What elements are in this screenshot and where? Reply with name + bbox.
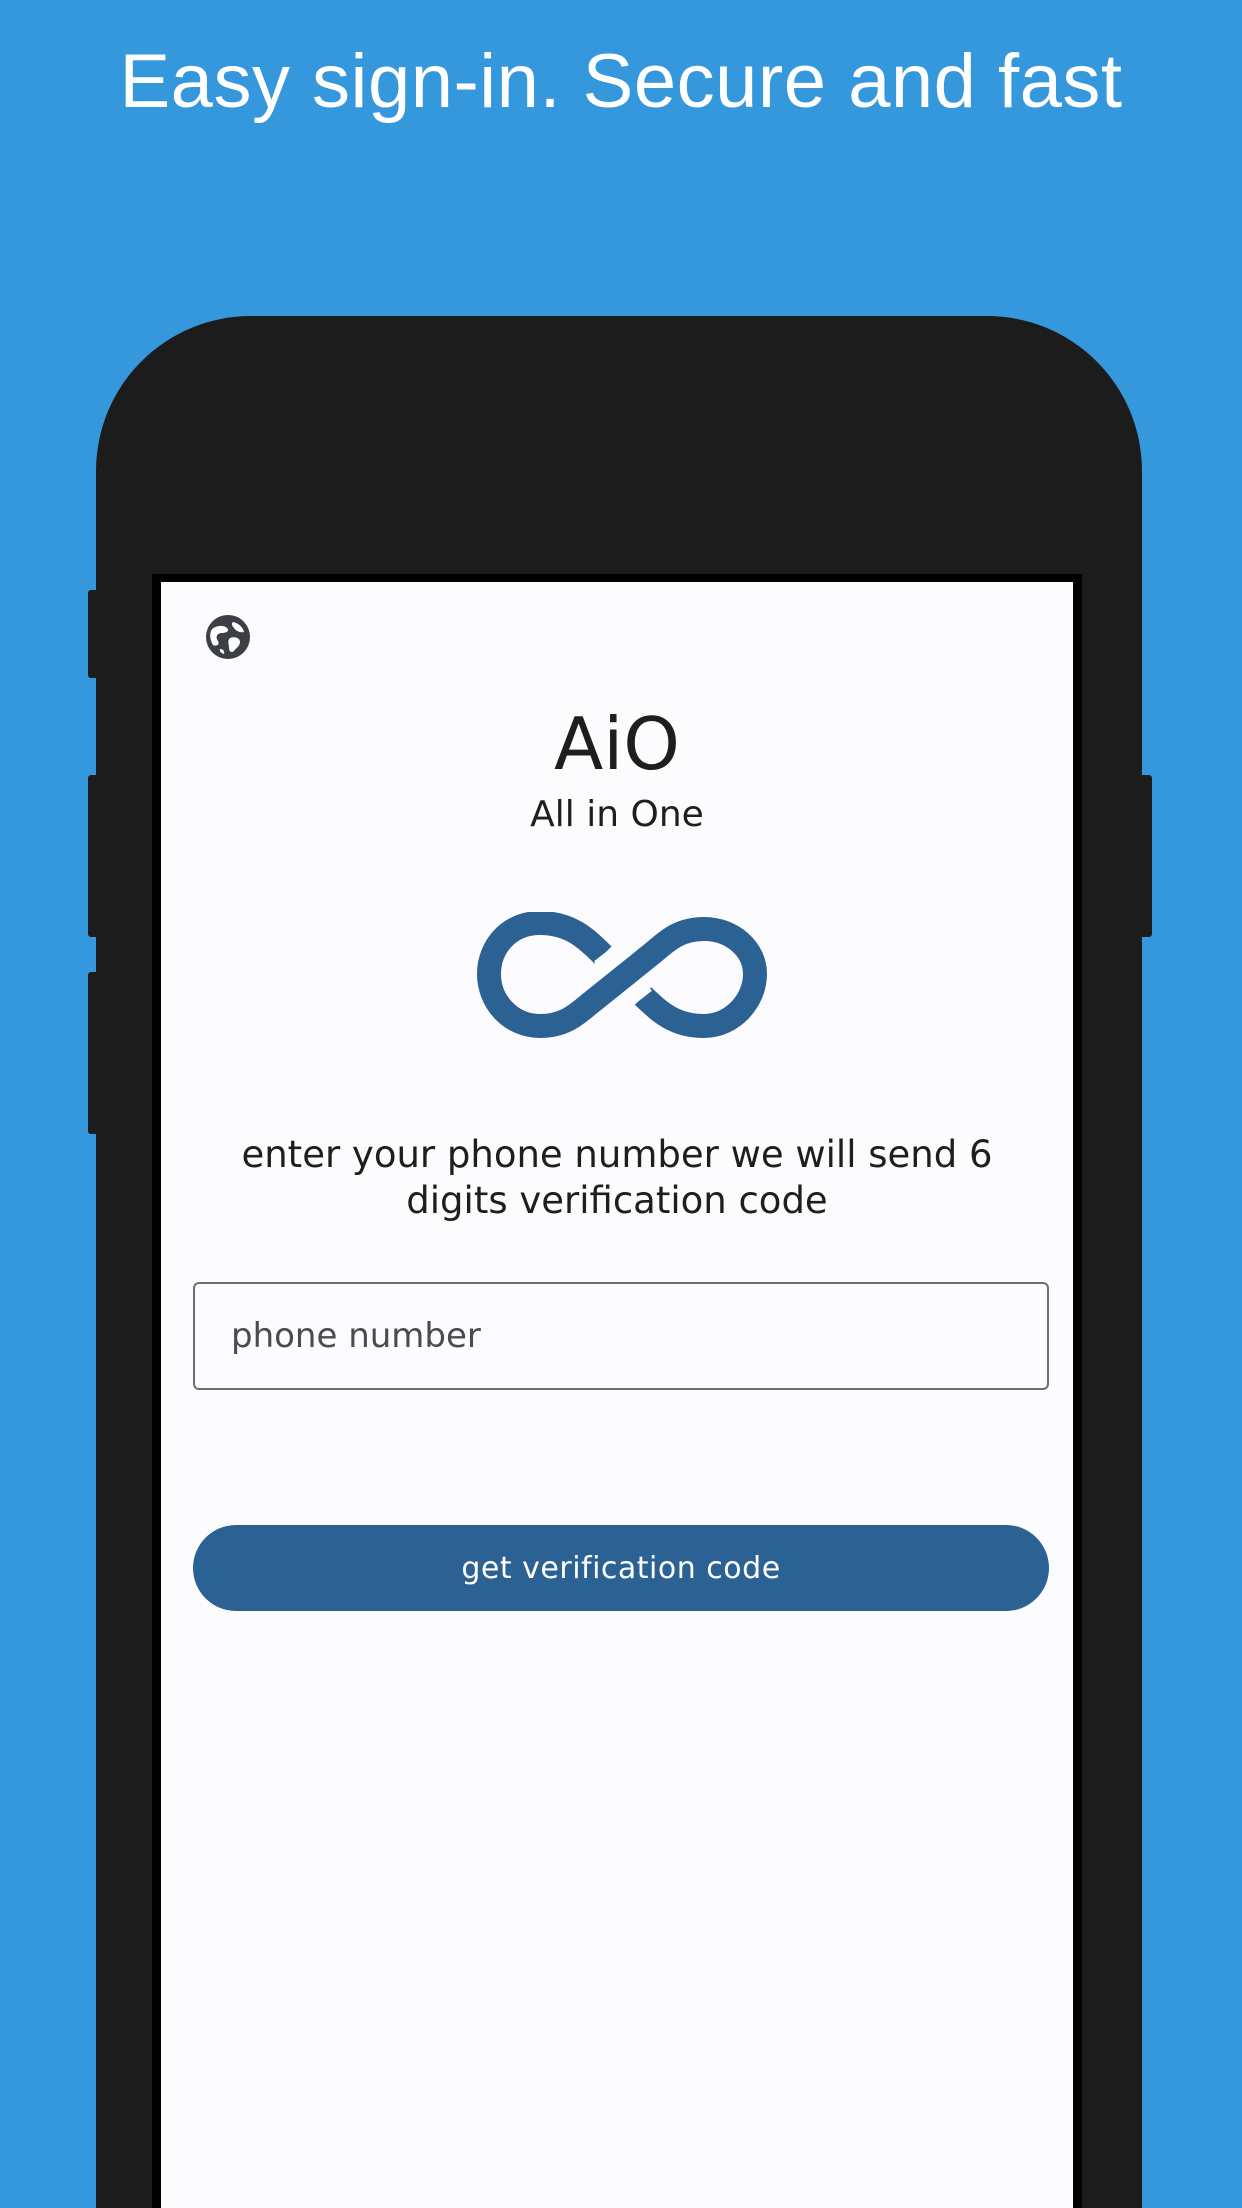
promo-headline: Easy sign-in. Secure and fast xyxy=(119,39,1123,124)
instruction-text: enter your phone number we will send 6 d… xyxy=(241,1133,993,1222)
phone-number-field[interactable] xyxy=(193,1282,1049,1390)
app-screen: AiO All in One enter your phone number w… xyxy=(161,582,1073,2208)
infinity-logo-icon xyxy=(476,910,768,1039)
app-title: AiO xyxy=(554,702,680,786)
get-verification-code-button[interactable]: get verification code xyxy=(193,1525,1049,1611)
globe-icon[interactable] xyxy=(203,612,253,662)
phone-number-input[interactable] xyxy=(195,1284,1047,1388)
promo-page: Easy sign-in. Secure and fast AiO All in… xyxy=(0,0,1242,2208)
app-subtitle: All in One xyxy=(530,794,704,835)
